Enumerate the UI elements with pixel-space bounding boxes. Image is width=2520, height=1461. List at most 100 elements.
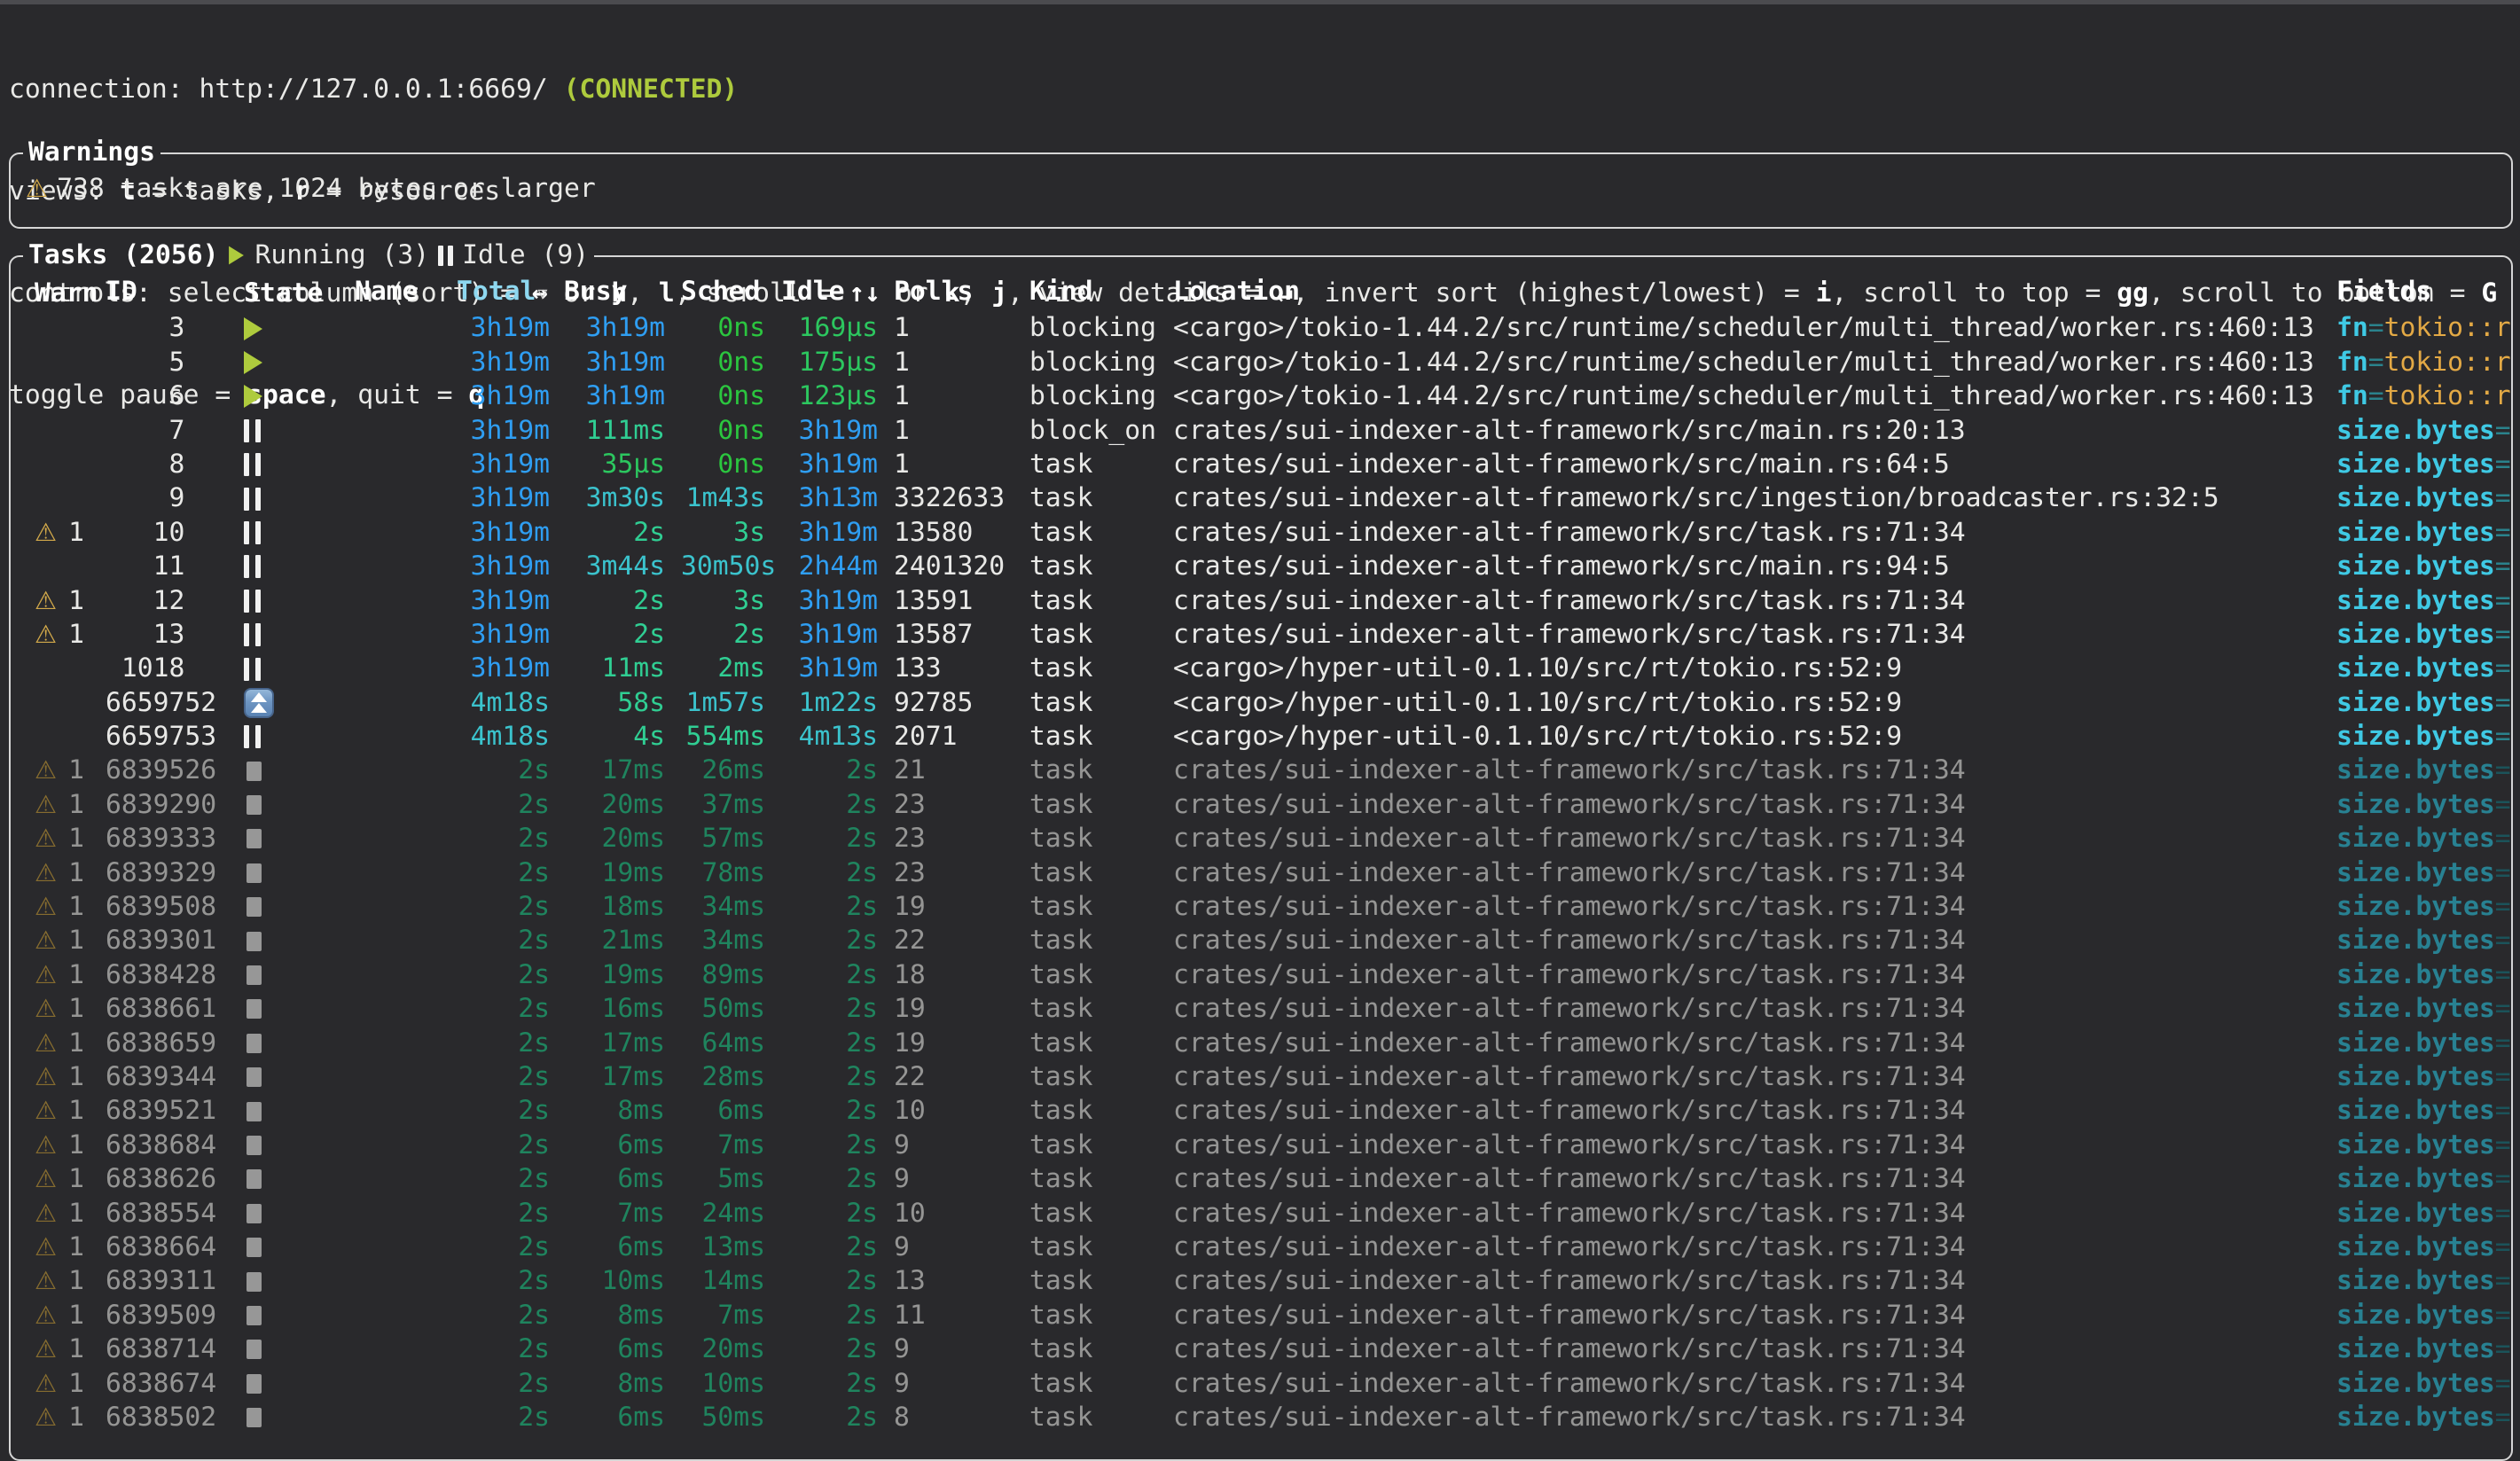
- column-header-busy[interactable]: Busy: [564, 275, 681, 311]
- task-row[interactable]: 33h19m3h19m0ns169µs1blocking<cargo>/toki…: [11, 311, 2511, 345]
- task-row[interactable]: ⚠168384282s19ms89ms2s18taskcrates/sui-in…: [11, 958, 2511, 992]
- task-row[interactable]: 66597534m18s4s554ms4m13s2071task<cargo>/…: [11, 720, 2511, 754]
- column-header-sched[interactable]: Sched: [681, 275, 781, 311]
- completed-icon: [247, 897, 262, 917]
- task-row[interactable]: ⚠168387142s6ms20ms2s9taskcrates/sui-inde…: [11, 1332, 2511, 1366]
- column-header-id[interactable]: ID: [106, 275, 244, 311]
- task-row[interactable]: ⚠168386612s16ms50ms2s19taskcrates/sui-in…: [11, 992, 2511, 1026]
- task-row[interactable]: ⚠168395212s8ms6ms2s10taskcrates/sui-inde…: [11, 1094, 2511, 1128]
- task-row[interactable]: ⚠168386742s8ms10ms2s9taskcrates/sui-inde…: [11, 1367, 2511, 1401]
- task-row[interactable]: ⚠168385022s6ms50ms2s8taskcrates/sui-inde…: [11, 1401, 2511, 1434]
- task-row[interactable]: ⚠168392902s20ms37ms2s23taskcrates/sui-in…: [11, 788, 2511, 822]
- cell-polls: 1: [894, 414, 1029, 448]
- cell-total: 3h19m: [457, 481, 564, 515]
- cell-polls: 1: [894, 448, 1029, 481]
- cell-state: [244, 829, 355, 848]
- task-row[interactable]: ⚠1 103h19m2s3s3h19m13580taskcrates/sui-i…: [11, 516, 2511, 550]
- cell-warn: ⚠1: [26, 1197, 106, 1231]
- column-header-state[interactable]: State: [244, 275, 355, 311]
- task-row[interactable]: 63h19m3h19m0ns123µs1blocking<cargo>/toki…: [11, 379, 2511, 413]
- cell-location: <cargo>/tokio-1.44.2/src/runtime/schedul…: [1173, 346, 2336, 379]
- duration-value: 13ms: [702, 1231, 766, 1262]
- task-row[interactable]: ⚠168393332s20ms57ms2s23taskcrates/sui-in…: [11, 822, 2511, 856]
- task-row[interactable]: 66597524m18s58s1m57s1m22s92785task<cargo…: [11, 686, 2511, 720]
- task-row[interactable]: ⚠168395262s17ms26ms2s21taskcrates/sui-in…: [11, 754, 2511, 787]
- warning-icon: ⚠: [35, 992, 57, 1026]
- column-header-fields[interactable]: Fields: [2336, 275, 2511, 311]
- field-value: tokio::r: [2384, 347, 2511, 378]
- duration-value: 3m44s: [586, 551, 665, 582]
- column-header-location[interactable]: Location: [1173, 275, 2336, 311]
- column-header-polls[interactable]: Polls: [894, 275, 1029, 311]
- task-row[interactable]: ⚠1 123h19m2s3s3h19m13591taskcrates/sui-i…: [11, 584, 2511, 618]
- task-row[interactable]: ⚠1 133h19m2s2s3h19m13587taskcrates/sui-i…: [11, 618, 2511, 652]
- cell-location: crates/sui-indexer-alt-framework/src/tas…: [1173, 788, 2336, 822]
- task-row[interactable]: ⚠168386642s6ms13ms2s9taskcrates/sui-inde…: [11, 1231, 2511, 1264]
- task-row[interactable]: ⚠168395092s8ms7ms2s11taskcrates/sui-inde…: [11, 1299, 2511, 1332]
- duration-value: 20ms: [602, 823, 666, 854]
- field-equals: =: [2495, 993, 2511, 1024]
- duration-value: 4m18s: [471, 721, 550, 752]
- duration-value: 3h19m: [799, 619, 878, 650]
- cell-task-id: 6839290: [106, 788, 244, 822]
- column-header-kind[interactable]: Kind: [1029, 275, 1173, 311]
- warning-icon: ⚠: [35, 822, 57, 856]
- cell-kind: blocking: [1029, 346, 1173, 379]
- field-equals: =: [2495, 891, 2511, 922]
- task-row[interactable]: ⚠168393442s17ms28ms2s22taskcrates/sui-in…: [11, 1060, 2511, 1094]
- cell-state: [244, 419, 355, 442]
- cell-total: 3h19m: [457, 448, 564, 481]
- cell-fields: size.bytes=: [2336, 992, 2511, 1026]
- task-row[interactable]: ⚠168386262s6ms5ms2s9taskcrates/sui-index…: [11, 1162, 2511, 1196]
- task-row[interactable]: ⚠168393292s19ms78ms2s23taskcrates/sui-in…: [11, 856, 2511, 890]
- cell-idle: 2s: [781, 1027, 894, 1060]
- cell-idle: 2s: [781, 856, 894, 890]
- cell-polls: 13587: [894, 618, 1029, 652]
- task-row[interactable]: ⚠168386842s6ms7ms2s9taskcrates/sui-index…: [11, 1129, 2511, 1162]
- cell-warn: ⚠1: [26, 890, 106, 924]
- cell-warn: ⚠1: [26, 1094, 106, 1128]
- cell-polls: 11: [894, 1299, 1029, 1332]
- duration-value: 2s: [846, 1333, 878, 1364]
- cell-fields: size.bytes=: [2336, 652, 2511, 685]
- field-equals: =: [2495, 1402, 2511, 1433]
- duration-value: 2s: [846, 1198, 878, 1229]
- warn-count: 1: [68, 788, 84, 822]
- warning-icon: ⚠: [35, 1162, 57, 1196]
- task-row[interactable]: 83h19m35µs0ns3h19m1taskcrates/sui-indexe…: [11, 448, 2511, 481]
- task-row[interactable]: ⚠168395082s18ms34ms2s19taskcrates/sui-in…: [11, 890, 2511, 924]
- cell-sched: 554ms: [681, 720, 781, 754]
- task-row[interactable]: 113h19m3m44s30m50s2h44m2401320taskcrates…: [11, 550, 2511, 583]
- duration-value: 24ms: [702, 1198, 766, 1229]
- task-row[interactable]: ⚠168393012s21ms34ms2s22taskcrates/sui-in…: [11, 924, 2511, 957]
- task-row[interactable]: ⚠168385542s7ms24ms2s10taskcrates/sui-ind…: [11, 1197, 2511, 1231]
- task-row[interactable]: 53h19m3h19m0ns175µs1blocking<cargo>/toki…: [11, 346, 2511, 379]
- warning-icon: ⚠: [35, 516, 57, 550]
- cell-idle: 169µs: [781, 311, 894, 345]
- task-row[interactable]: 93h19m3m30s1m43s3h13m3322633taskcrates/s…: [11, 481, 2511, 515]
- field-key: fn: [2336, 347, 2368, 378]
- task-row[interactable]: ⚠168393112s10ms14ms2s13taskcrates/sui-in…: [11, 1264, 2511, 1298]
- duration-value: 2s: [518, 1333, 550, 1364]
- cell-kind: task: [1029, 1401, 1173, 1434]
- task-row[interactable]: ⚠168386592s17ms64ms2s19taskcrates/sui-in…: [11, 1027, 2511, 1060]
- cell-kind: task: [1029, 516, 1173, 550]
- field-key: size.bytes: [2336, 585, 2495, 616]
- cell-kind: task: [1029, 584, 1173, 618]
- warnings-panel-title: Warnings: [23, 136, 160, 169]
- warn-count: 1: [68, 584, 84, 618]
- task-row[interactable]: 10183h19m11ms2ms3h19m133task<cargo>/hype…: [11, 652, 2511, 685]
- warn-count: 1: [68, 1129, 84, 1162]
- duration-value: 2s: [518, 1129, 550, 1160]
- column-header-idle[interactable]: Idle: [781, 275, 894, 311]
- column-header-warn[interactable]: Warn: [26, 275, 106, 311]
- duration-value: 37ms: [702, 789, 766, 820]
- field-equals: =: [2495, 1198, 2511, 1229]
- duration-value: 3h19m: [471, 415, 550, 446]
- cell-busy: 6ms: [564, 1129, 681, 1162]
- column-header-name[interactable]: Name: [355, 275, 457, 311]
- task-row[interactable]: 73h19m111ms0ns3h19m1block_oncrates/sui-i…: [11, 414, 2511, 448]
- connection-url[interactable]: http://127.0.0.1:6669/: [199, 74, 547, 105]
- duration-value: 21ms: [602, 925, 666, 956]
- column-header-total[interactable]: Total▿: [457, 275, 564, 311]
